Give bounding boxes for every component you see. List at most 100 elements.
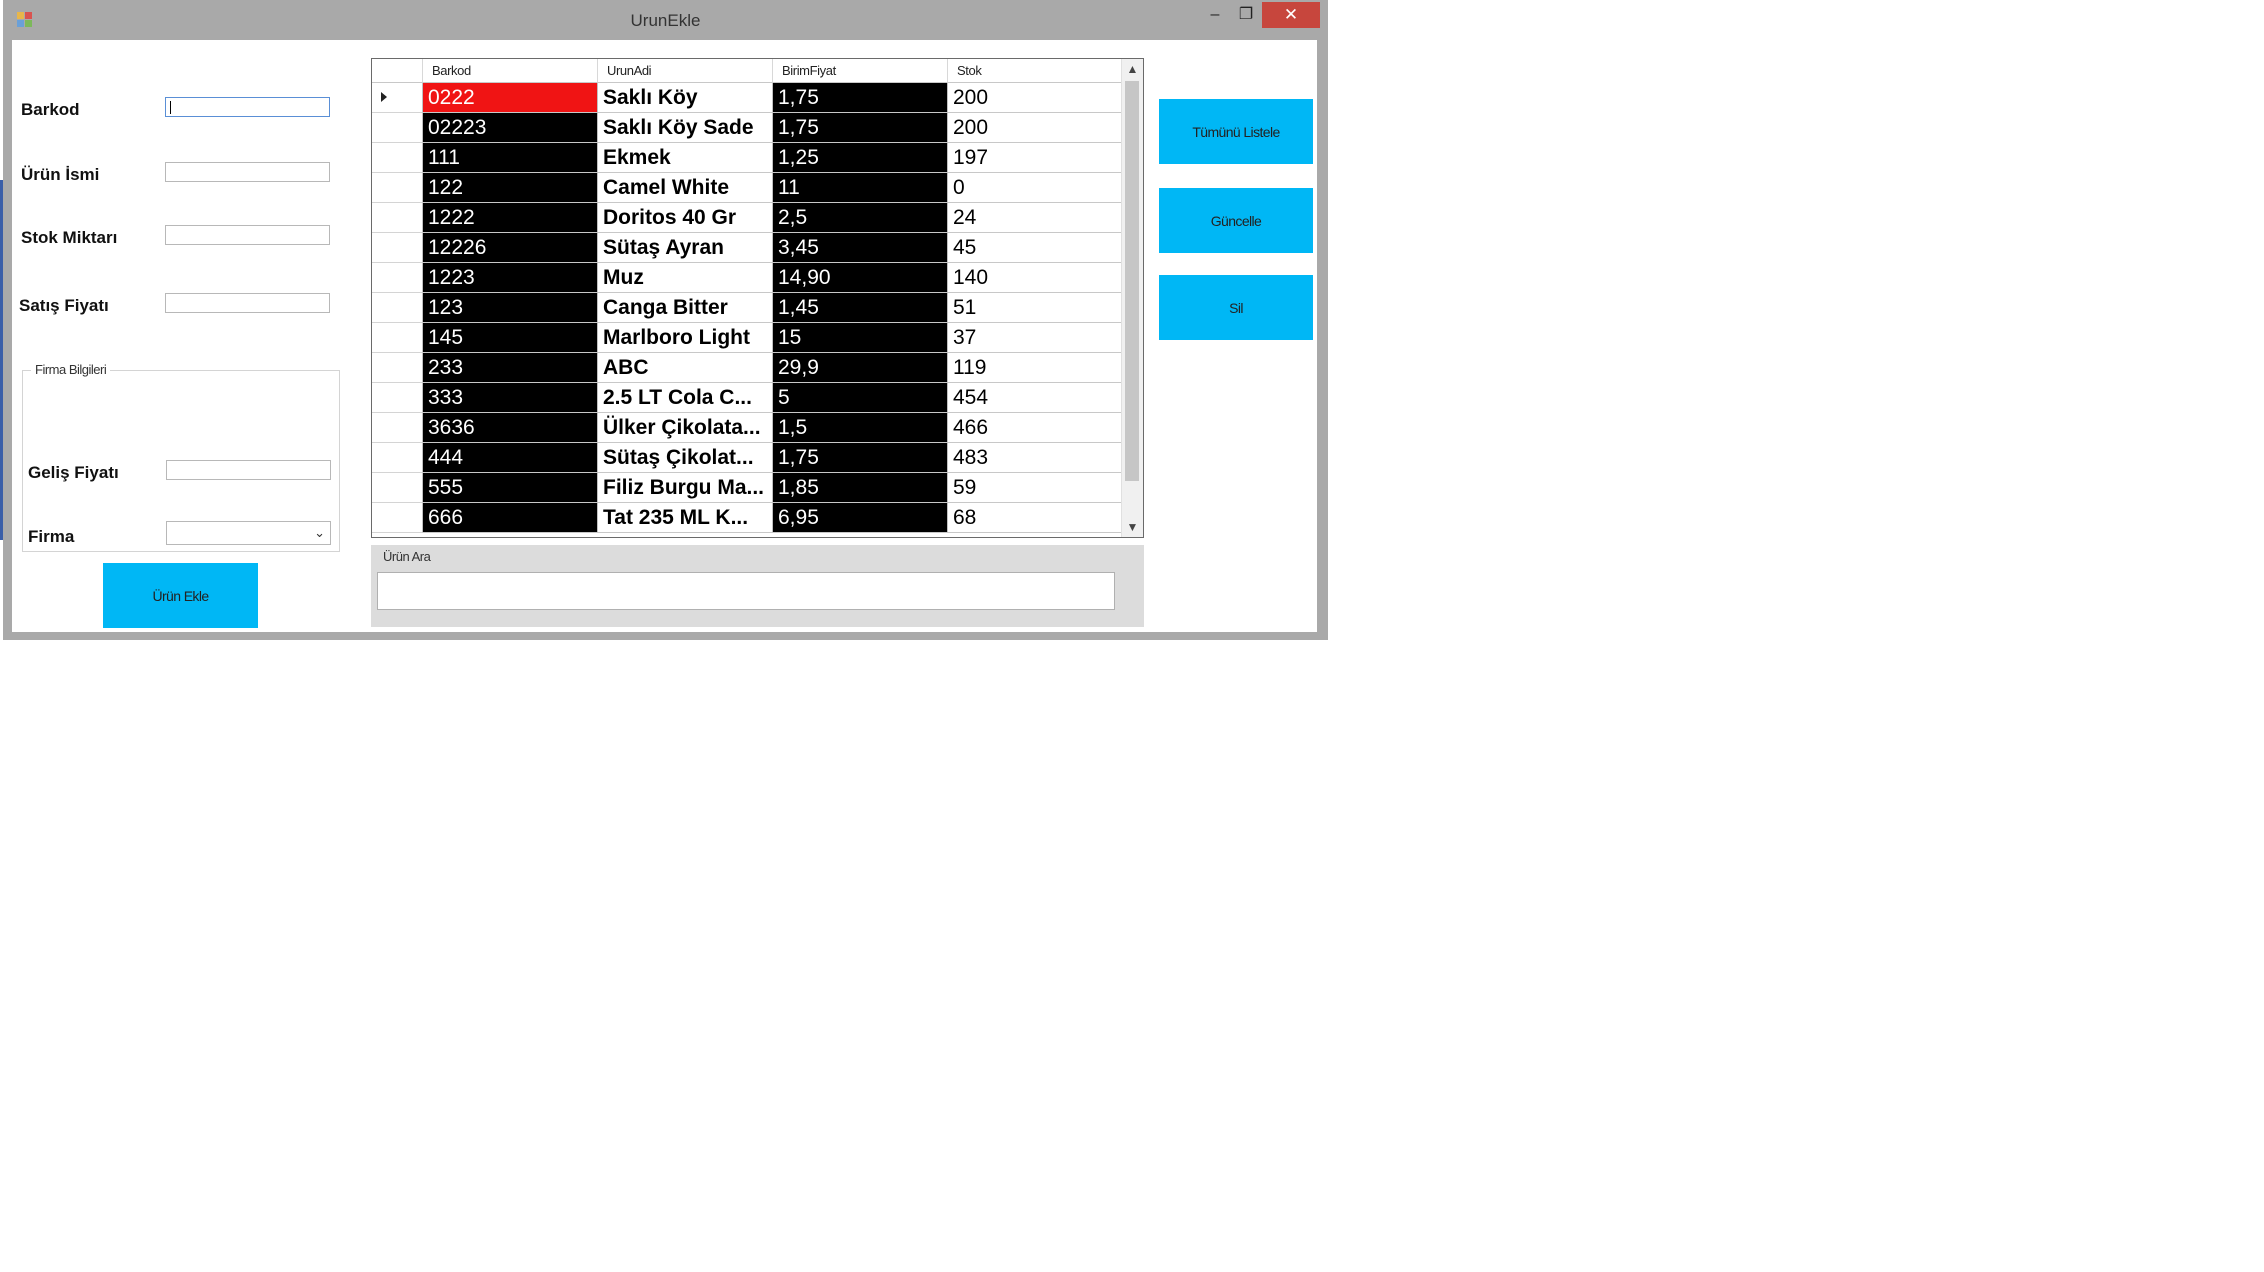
scroll-up-icon[interactable]: ▲ <box>1122 59 1143 79</box>
cell-urun-adi[interactable]: Ülker Çikolata... <box>598 413 773 443</box>
cell-stok[interactable]: 200 <box>948 83 1123 113</box>
row-header[interactable] <box>372 293 423 323</box>
table-row[interactable]: 1222 Doritos 40 Gr 2,5 24 <box>372 203 1123 233</box>
maximize-button[interactable]: ❐ <box>1231 2 1261 28</box>
cell-barkod[interactable]: 1222 <box>423 203 598 233</box>
cell-stok[interactable]: 466 <box>948 413 1123 443</box>
cell-stok[interactable]: 37 <box>948 323 1123 353</box>
row-header[interactable] <box>372 233 423 263</box>
cell-urun-adi[interactable]: Sütaş Ayran <box>598 233 773 263</box>
cell-birim-fiyat[interactable]: 3,45 <box>773 233 948 263</box>
table-row[interactable]: 123 Canga Bitter 1,45 51 <box>372 293 1123 323</box>
cell-urun-adi[interactable]: Tat 235 ML K... <box>598 503 773 533</box>
cell-barkod[interactable]: 0222 <box>423 83 598 113</box>
table-row[interactable]: 02223 Saklı Köy Sade 1,75 200 <box>372 113 1123 143</box>
table-row[interactable]: 145 Marlboro Light 15 37 <box>372 323 1123 353</box>
title-bar[interactable]: UrunEkle – ❐ ✕ <box>3 0 1328 40</box>
cell-barkod[interactable]: 555 <box>423 473 598 503</box>
cell-stok[interactable]: 140 <box>948 263 1123 293</box>
cell-birim-fiyat[interactable]: 1,75 <box>773 83 948 113</box>
minimize-button[interactable]: – <box>1200 2 1230 28</box>
column-header-birimfiyat[interactable]: BirimFiyat <box>773 59 948 83</box>
table-row[interactable]: 555 Filiz Burgu Ma... 1,85 59 <box>372 473 1123 503</box>
sil-button[interactable]: Sil <box>1159 275 1313 340</box>
cell-urun-adi[interactable]: Camel White <box>598 173 773 203</box>
column-header-urunadi[interactable]: UrunAdi <box>598 59 773 83</box>
table-row[interactable]: 3636 Ülker Çikolata... 1,5 466 <box>372 413 1123 443</box>
cell-stok[interactable]: 200 <box>948 113 1123 143</box>
cell-urun-adi[interactable]: Saklı Köy Sade <box>598 113 773 143</box>
row-header[interactable] <box>372 353 423 383</box>
table-row[interactable]: 111 Ekmek 1,25 197 <box>372 143 1123 173</box>
table-row[interactable]: 444 Sütaş Çikolat... 1,75 483 <box>372 443 1123 473</box>
cell-urun-adi[interactable]: Saklı Köy <box>598 83 773 113</box>
row-header[interactable] <box>372 143 423 173</box>
cell-birim-fiyat[interactable]: 14,90 <box>773 263 948 293</box>
cell-stok[interactable]: 454 <box>948 383 1123 413</box>
row-header[interactable] <box>372 263 423 293</box>
cell-urun-adi[interactable]: Canga Bitter <box>598 293 773 323</box>
scroll-thumb[interactable] <box>1125 81 1139 481</box>
barkod-input[interactable] <box>165 97 330 117</box>
firma-select[interactable]: ⌄ <box>166 521 331 545</box>
row-header[interactable] <box>372 413 423 443</box>
urun-ara-input[interactable] <box>377 572 1115 610</box>
row-header[interactable] <box>372 383 423 413</box>
cell-barkod[interactable]: 233 <box>423 353 598 383</box>
satis-fiyati-input[interactable] <box>165 293 330 313</box>
column-header-barkod[interactable]: Barkod <box>423 59 598 83</box>
cell-stok[interactable]: 0 <box>948 173 1123 203</box>
chevron-down-icon[interactable]: ⌄ <box>314 525 325 541</box>
cell-stok[interactable]: 119 <box>948 353 1123 383</box>
cell-barkod[interactable]: 444 <box>423 443 598 473</box>
cell-birim-fiyat[interactable]: 1,25 <box>773 143 948 173</box>
cell-barkod[interactable]: 122 <box>423 173 598 203</box>
gelis-fiyati-input[interactable] <box>166 460 331 480</box>
cell-stok[interactable]: 68 <box>948 503 1123 533</box>
cell-birim-fiyat[interactable]: 1,75 <box>773 113 948 143</box>
cell-stok[interactable]: 45 <box>948 233 1123 263</box>
grid-corner-header[interactable] <box>372 59 423 83</box>
urun-ekle-button[interactable]: Ürün Ekle <box>103 563 258 628</box>
table-row[interactable]: 122 Camel White 11 0 <box>372 173 1123 203</box>
cell-birim-fiyat[interactable]: 2,5 <box>773 203 948 233</box>
cell-urun-adi[interactable]: Marlboro Light <box>598 323 773 353</box>
cell-urun-adi[interactable]: Ekmek <box>598 143 773 173</box>
cell-barkod[interactable]: 145 <box>423 323 598 353</box>
row-header[interactable] <box>372 503 423 533</box>
cell-birim-fiyat[interactable]: 15 <box>773 323 948 353</box>
cell-birim-fiyat[interactable]: 6,95 <box>773 503 948 533</box>
table-row[interactable]: 666 Tat 235 ML K... 6,95 68 <box>372 503 1123 533</box>
cell-barkod[interactable]: 111 <box>423 143 598 173</box>
scroll-down-icon[interactable]: ▼ <box>1122 517 1143 537</box>
cell-stok[interactable]: 59 <box>948 473 1123 503</box>
grid-scrollbar[interactable]: ▲ ▼ <box>1121 59 1143 537</box>
cell-birim-fiyat[interactable]: 1,5 <box>773 413 948 443</box>
cell-birim-fiyat[interactable]: 1,85 <box>773 473 948 503</box>
cell-birim-fiyat[interactable]: 11 <box>773 173 948 203</box>
cell-stok[interactable]: 24 <box>948 203 1123 233</box>
stok-miktari-input[interactable] <box>165 225 330 245</box>
row-header[interactable] <box>372 323 423 353</box>
guncelle-button[interactable]: Güncelle <box>1159 188 1313 253</box>
row-header[interactable] <box>372 473 423 503</box>
table-row[interactable]: 0222 Saklı Köy 1,75 200 <box>372 83 1123 113</box>
tumunu-listele-button[interactable]: Tümünü Listele <box>1159 99 1313 164</box>
row-header[interactable] <box>372 203 423 233</box>
row-header[interactable] <box>372 113 423 143</box>
column-header-stok[interactable]: Stok <box>948 59 1123 83</box>
cell-barkod[interactable]: 333 <box>423 383 598 413</box>
cell-urun-adi[interactable]: Doritos 40 Gr <box>598 203 773 233</box>
cell-barkod[interactable]: 123 <box>423 293 598 323</box>
cell-barkod[interactable]: 12226 <box>423 233 598 263</box>
cell-barkod[interactable]: 666 <box>423 503 598 533</box>
cell-birim-fiyat[interactable]: 1,75 <box>773 443 948 473</box>
table-row[interactable]: 1223 Muz 14,90 140 <box>372 263 1123 293</box>
row-header[interactable] <box>372 443 423 473</box>
cell-urun-adi[interactable]: ABC <box>598 353 773 383</box>
cell-urun-adi[interactable]: Muz <box>598 263 773 293</box>
cell-stok[interactable]: 483 <box>948 443 1123 473</box>
table-row[interactable]: 233 ABC 29,9 119 <box>372 353 1123 383</box>
product-grid[interactable]: Barkod UrunAdi BirimFiyat Stok 0222 Saklı… <box>371 58 1144 538</box>
cell-stok[interactable]: 51 <box>948 293 1123 323</box>
